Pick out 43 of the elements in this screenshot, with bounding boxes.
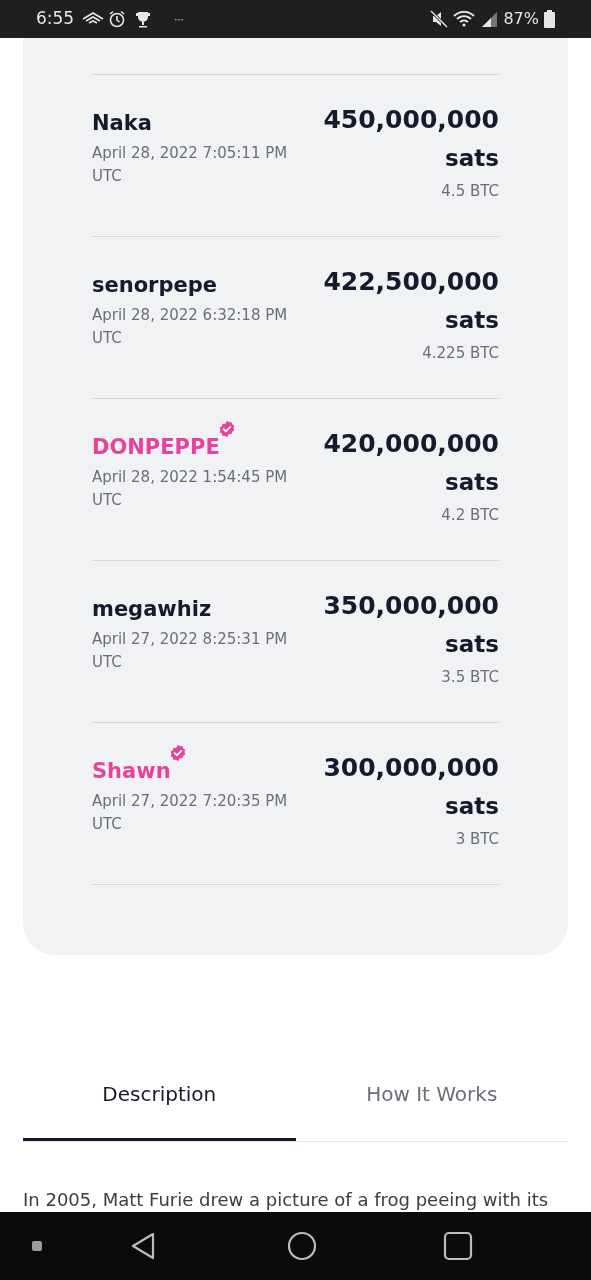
tab[interactable]: Description — [23, 1059, 296, 1141]
bid-date: April 28, 2022 6:32:18 PM UTC — [92, 304, 289, 349]
bidder-name: Shawn — [92, 759, 171, 783]
wifi-icon — [453, 11, 476, 27]
description-text: In 2005, Matt Furie drew a picture of a frog peeing with its — [23, 1188, 550, 1212]
bid-unit: sats — [445, 792, 499, 821]
bid-amount: 422,500,000 — [323, 266, 499, 298]
bid-btc: 4.2 BTC — [441, 505, 499, 526]
wifi-calling-icon — [82, 12, 105, 26]
bid-date: April 28, 2022 7:05:11 PM UTC — [92, 142, 289, 187]
bid-unit: sats — [445, 144, 499, 173]
bid-amount: 420,000,000 — [323, 428, 499, 460]
bidder-name: senorpepe — [92, 273, 218, 297]
more-notifications: ··· — [174, 12, 184, 27]
back-icon[interactable] — [129, 1231, 157, 1261]
mute-icon — [430, 10, 449, 28]
bid-date: April 28, 2022 1:54:45 PM UTC — [92, 466, 289, 511]
bid-btc: 4.5 BTC — [441, 181, 499, 202]
verified-badge-icon — [168, 744, 187, 762]
bid-btc: 3.5 BTC — [441, 667, 499, 688]
battery-percent: 87% — [503, 8, 539, 30]
bid-amount: 450,000,000 — [323, 104, 499, 136]
clock: 6:55 — [36, 7, 75, 31]
bid-btc: 3 BTC — [455, 829, 499, 850]
bidder-name: DONPEPPE — [92, 435, 220, 459]
home-icon[interactable] — [287, 1231, 317, 1261]
trophy-icon — [134, 10, 153, 28]
bidder-name: megawhiz — [92, 597, 212, 621]
bid-unit: sats — [445, 630, 499, 659]
bid-date: April 27, 2022 8:25:31 PM UTC — [92, 628, 289, 673]
bidder-name: Naka — [92, 111, 152, 135]
recents-icon[interactable] — [443, 1231, 473, 1261]
alarm-icon — [108, 10, 127, 28]
battery-icon — [544, 10, 555, 28]
signal-icon — [480, 11, 499, 27]
bid-unit: sats — [445, 468, 499, 497]
bid-amount: 300,000,000 — [323, 752, 499, 784]
bid-unit: sats — [445, 306, 499, 335]
bid-btc: 4.225 BTC — [422, 343, 499, 364]
verified-badge-icon — [217, 420, 236, 438]
tab[interactable]: How It Works — [295, 1059, 568, 1141]
bid-date: April 27, 2022 7:20:35 PM UTC — [92, 790, 289, 835]
bid-amount: 350,000,000 — [323, 590, 499, 622]
